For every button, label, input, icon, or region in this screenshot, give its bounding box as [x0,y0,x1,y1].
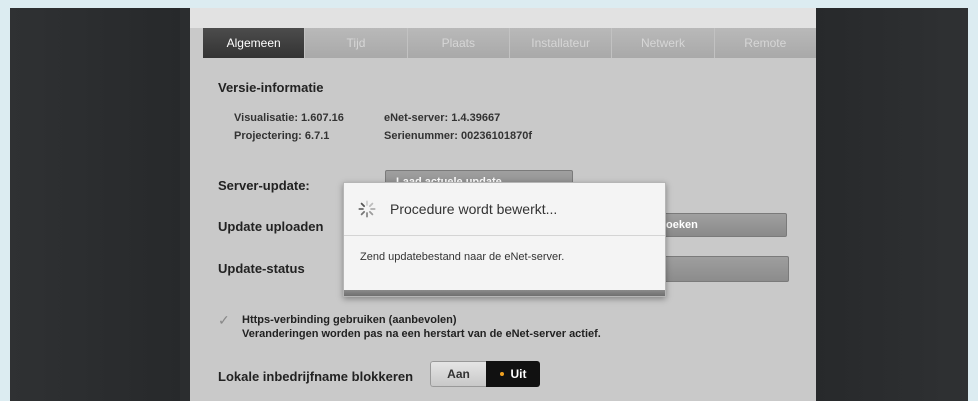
https-option: ✓ Https-verbinding gebruiken (aanbevolen… [218,313,601,341]
enet-server-version: eNet-server: 1.4.39667 [384,112,501,124]
serial-number: Serienummer: 00236101870f [384,130,532,142]
dialog-message: Zend updatebestand naar de eNet-server. [360,251,565,263]
dialog-header: Procedure wordt bewerkt... [344,183,665,236]
local-block-toggle: Aan Uit [430,361,540,387]
selected-dot [499,372,504,376]
update-status-label: Update-status [218,261,305,276]
https-checkbox[interactable]: ✓ [218,313,232,327]
toggle-off-label: Uit [510,367,527,381]
spinner-icon [358,200,376,218]
tab-tijd[interactable]: Tijd [305,28,408,58]
update-upload-label: Update uploaden [218,219,324,234]
projectering-version: Projectering: 6.7.1 [234,130,330,142]
tab-plaats[interactable]: Plaats [408,28,510,58]
tab-netwerk[interactable]: Netwerk [612,28,715,58]
server-update-label: Server-update: [218,178,310,193]
local-block-label: Lokale inbedrijfname blokkeren [218,369,414,384]
toggle-off-button[interactable]: Uit [486,361,540,387]
toggle-on-button[interactable]: Aan [430,361,486,387]
tab-algemeen[interactable]: Algemeen [203,28,306,58]
tab-remote[interactable]: Remote [715,28,816,58]
dialog-title: Procedure wordt bewerkt... [390,201,558,217]
tab-installateur[interactable]: Installateur [510,28,613,58]
progress-dialog: Procedure wordt bewerkt... Zend updatebe… [343,182,666,297]
https-label: Https-verbinding gebruiken (aanbevolen) [242,314,457,326]
dialog-progress-bar [344,290,665,296]
left-background [10,8,180,401]
visualisatie-version: Visualisatie: 1.607.16 [234,112,344,124]
version-title: Versie-informatie [218,80,324,95]
https-note: Veranderingen worden pas na een herstart… [242,328,601,340]
right-background [816,8,968,401]
tab-bar: Algemeen Tijd Plaats Installateur Netwer… [203,28,816,58]
top-strip [190,8,816,28]
